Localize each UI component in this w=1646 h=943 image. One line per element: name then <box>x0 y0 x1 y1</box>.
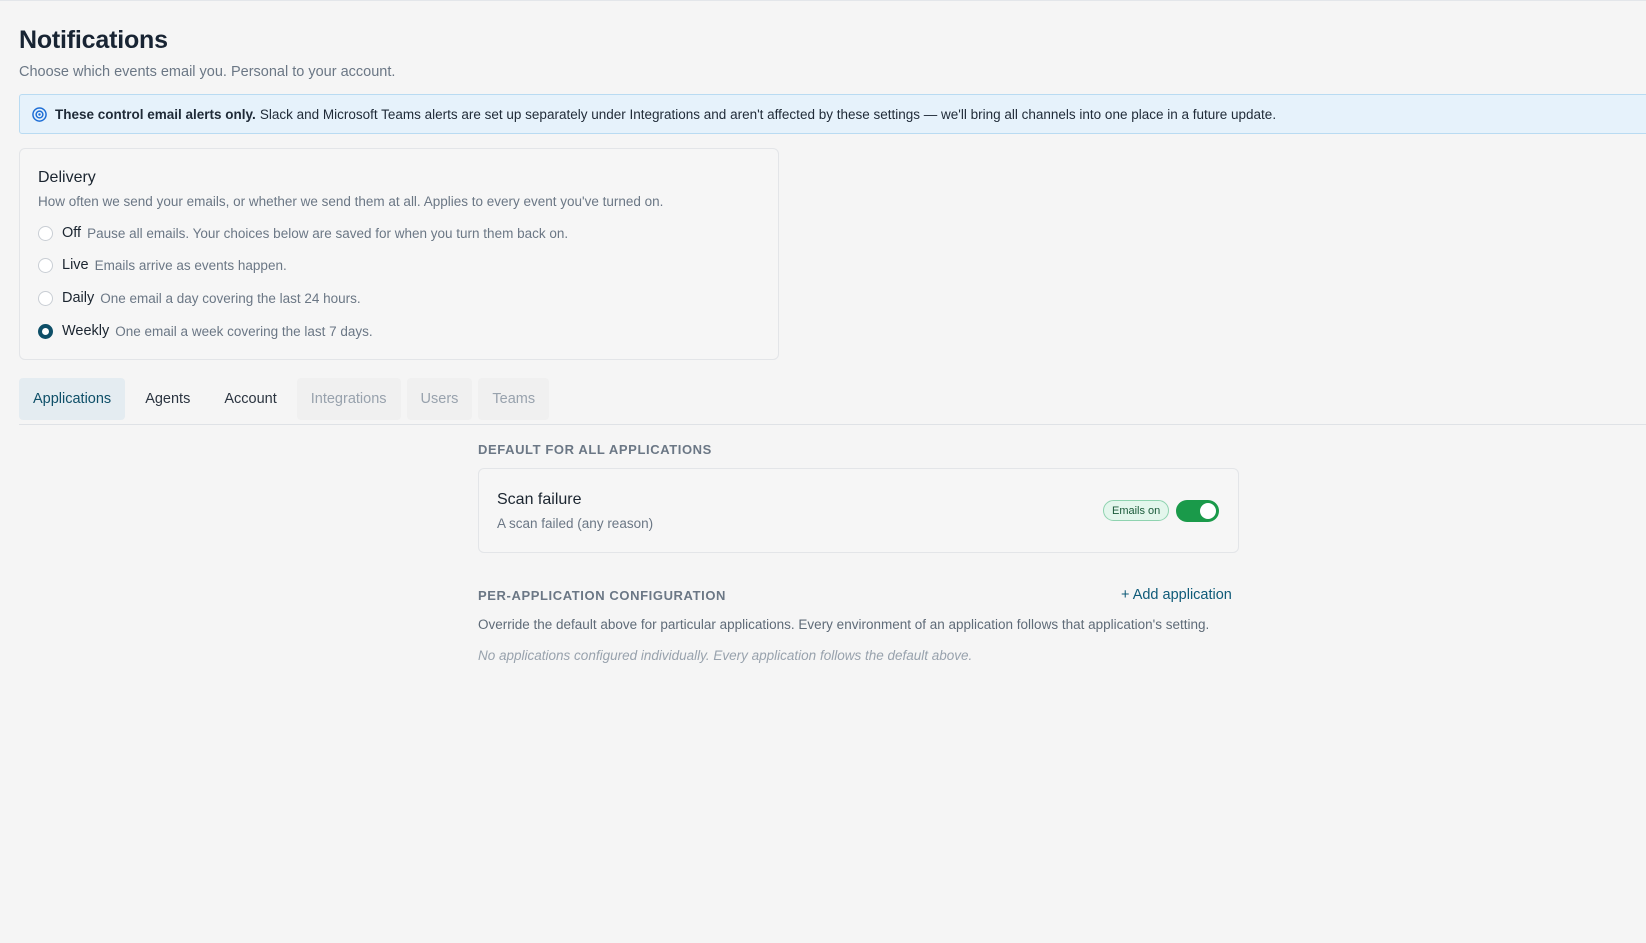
delivery-option-live[interactable]: Live Emails arrive as events happen. <box>38 255 287 275</box>
notifications-page: Notifications Choose which events email … <box>0 0 1646 943</box>
delivery-card: Delivery How often we send your emails, … <box>19 148 779 360</box>
option-desc: One email a day covering the last 24 hou… <box>100 290 361 306</box>
tabs-divider <box>19 424 1646 425</box>
option-label: Live <box>62 257 89 273</box>
tab-agents[interactable]: Agents <box>131 378 204 420</box>
scan-failure-toggle[interactable] <box>1176 500 1219 522</box>
radio-daily[interactable] <box>38 290 53 306</box>
info-icon <box>32 106 47 122</box>
setting-description: A scan failed (any reason) <box>497 516 654 531</box>
option-desc: One email a week covering the last 7 day… <box>115 323 373 339</box>
page-title: Notifications <box>19 26 168 54</box>
per-app-description: Override the default above for particula… <box>478 617 1210 632</box>
emails-on-badge: Emails on <box>1103 500 1170 521</box>
tab-account[interactable]: Account <box>210 378 290 420</box>
page-subtitle: Choose which events email you. Personal … <box>19 64 396 80</box>
scan-failure-setting: Scan failure A scan failed (any reason) … <box>478 468 1239 553</box>
option-label: Daily <box>62 290 95 306</box>
add-application-link[interactable]: + Add application <box>1121 587 1232 603</box>
option-label: Off <box>62 225 82 241</box>
per-app-section-heading: PER-APPLICATION CONFIGURATION <box>478 588 727 603</box>
option-desc: Pause all emails. Your choices below are… <box>87 225 569 241</box>
delivery-description: How often we send your emails, or whethe… <box>38 194 664 209</box>
tab-applications[interactable]: Applications <box>19 378 126 420</box>
radio-live[interactable] <box>38 257 53 273</box>
option-label: Weekly <box>62 323 110 339</box>
delivery-title: Delivery <box>38 169 96 186</box>
radio-weekly[interactable] <box>38 323 53 339</box>
banner-bold-text: These control email alerts only. <box>55 106 256 122</box>
delivery-option-daily[interactable]: Daily One email a day covering the last … <box>38 288 361 308</box>
tab-users[interactable]: Users <box>406 378 473 420</box>
tab-integrations[interactable]: Integrations <box>296 378 401 420</box>
banner-text: Slack and Microsoft Teams alerts are set… <box>259 106 1277 122</box>
tab-teams[interactable]: Teams <box>478 378 550 420</box>
delivery-option-weekly[interactable]: Weekly One email a week covering the las… <box>38 321 373 341</box>
info-banner: These control email alerts only. Slack a… <box>19 94 1646 134</box>
toggle-knob <box>1200 503 1216 519</box>
delivery-option-off[interactable]: Off Pause all emails. Your choices below… <box>38 223 568 243</box>
category-tabs: Applications Agents Account Integrations… <box>19 378 555 420</box>
radio-off[interactable] <box>38 225 53 241</box>
default-section-heading: DEFAULT FOR ALL APPLICATIONS <box>478 442 712 457</box>
setting-title: Scan failure <box>497 491 582 508</box>
option-desc: Emails arrive as events happen. <box>94 257 287 273</box>
empty-state-text: No applications configured individually.… <box>478 648 973 663</box>
